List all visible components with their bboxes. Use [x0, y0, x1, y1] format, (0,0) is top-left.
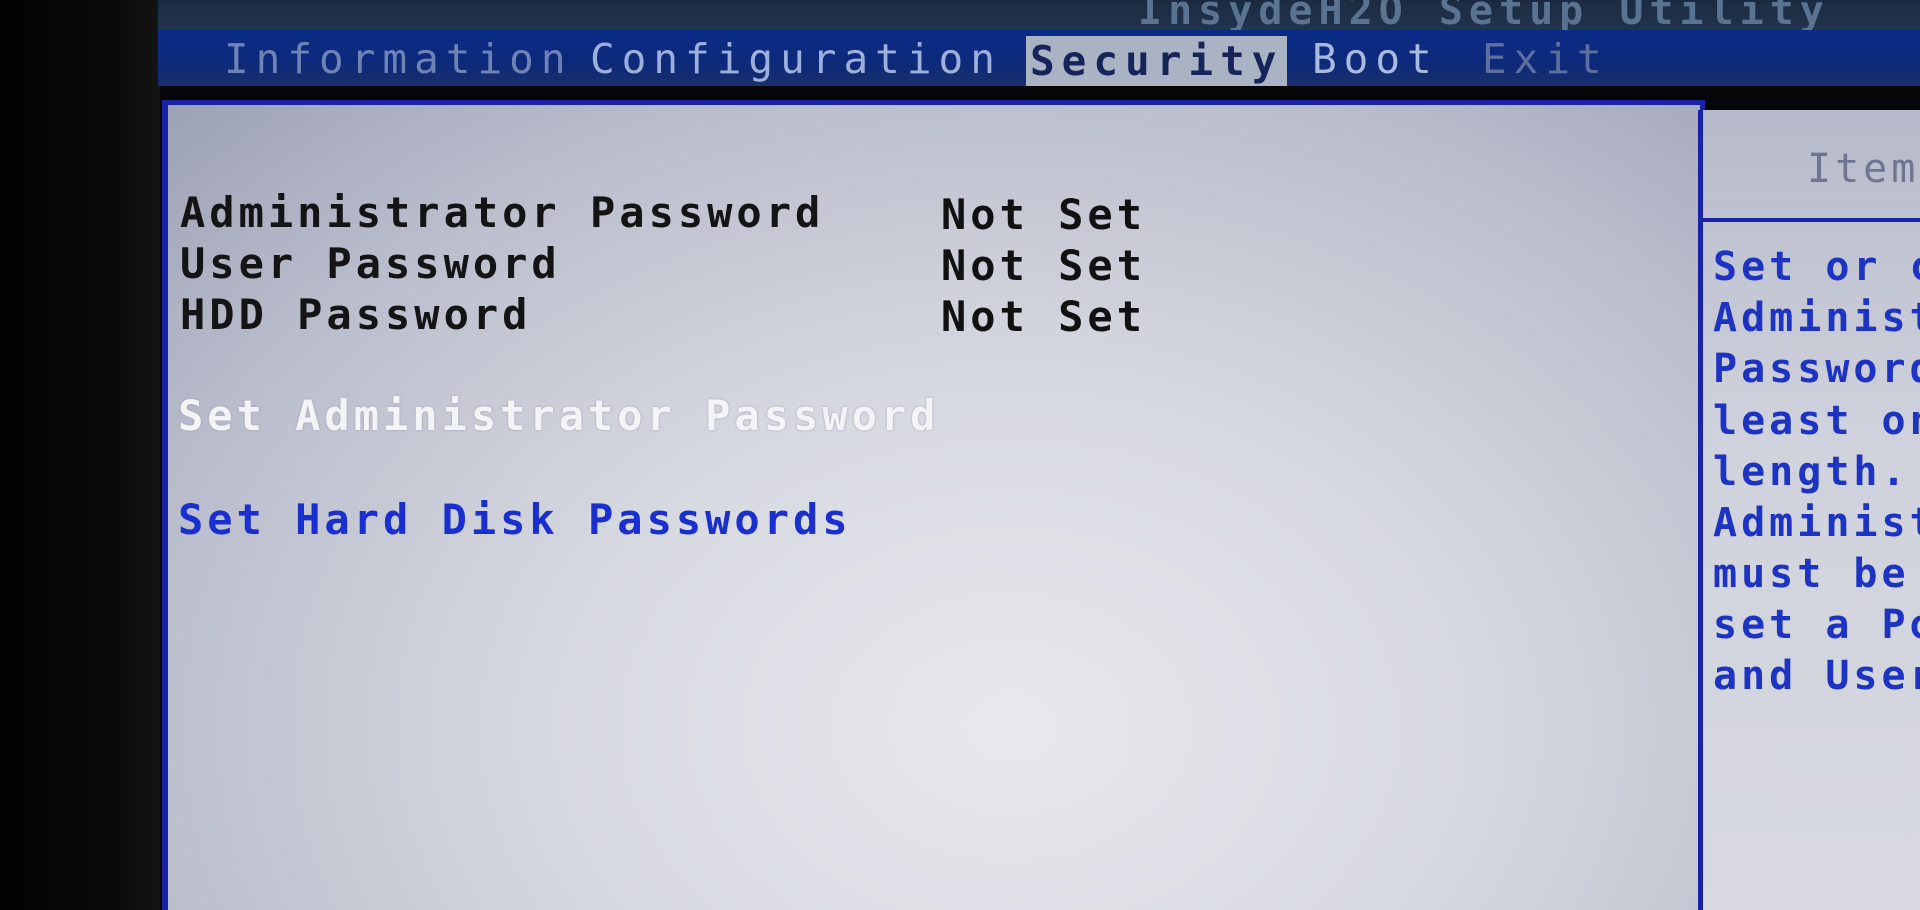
item-help-panel: Item Set or c Administ Password least on… [1698, 110, 1920, 910]
administrator-password-status: Not Set [941, 190, 1147, 239]
help-text-line: Administ [1713, 500, 1920, 546]
help-text-line: length. [1713, 449, 1910, 495]
help-text-line: least on [1713, 398, 1920, 444]
help-text-line: and User [1713, 653, 1920, 699]
tab-security[interactable]: Security [1026, 36, 1288, 86]
administrator-password-label: Administrator Password [180, 188, 825, 237]
bios-screen: InsydeH2O Setup Utility Information Conf… [0, 0, 1920, 910]
help-header: Item [1703, 110, 1920, 222]
monitor-bezel [0, 0, 160, 910]
help-text-line: Administ [1713, 295, 1920, 341]
app-title: InsydeH2O Setup Utility [1138, 0, 1830, 34]
help-text-line: Set or c [1713, 244, 1920, 290]
tab-boot[interactable]: Boot [1306, 34, 1445, 84]
user-password-status: Not Set [941, 241, 1147, 290]
hdd-password-label: HDD Password [180, 290, 532, 339]
title-bar: InsydeH2O Setup Utility [158, 0, 1920, 34]
menu-bar: Information Configuration Security Boot … [158, 30, 1920, 86]
help-text-line: set a Po [1713, 602, 1920, 648]
tab-exit[interactable]: Exit [1476, 34, 1615, 84]
help-title: Item [1807, 146, 1920, 192]
tab-configuration[interactable]: Configuration [584, 34, 1008, 84]
user-password-label: User Password [180, 239, 561, 288]
help-text-line: must be [1713, 551, 1910, 597]
hdd-password-status: Not Set [941, 292, 1147, 341]
set-administrator-password-option[interactable]: Set Administrator Password [178, 393, 939, 439]
security-settings-panel: Administrator Password Not Set User Pass… [162, 100, 1705, 910]
set-hard-disk-passwords-option[interactable]: Set Hard Disk Passwords [178, 497, 852, 543]
help-text-line: Password [1713, 346, 1920, 392]
tab-information[interactable]: Information [218, 34, 579, 84]
